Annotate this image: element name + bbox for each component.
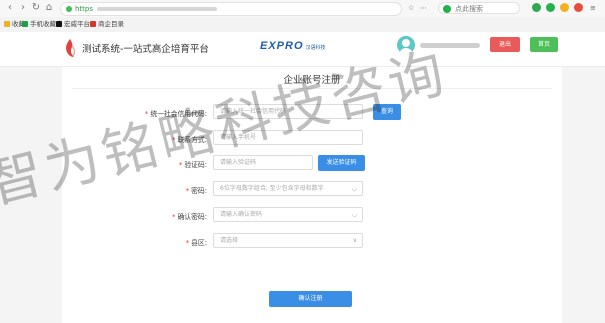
bookmarks-bar: 收藏 手机收藏夹 宏威平台 商企目录 [0, 17, 605, 31]
extension-icon[interactable] [574, 3, 583, 12]
partner-logo: EXPRO 汉语科技 [260, 40, 326, 52]
title-divider [72, 88, 552, 89]
confirm-password-placeholder: 请输入确认密码 [220, 211, 263, 218]
url-redacted [97, 7, 218, 11]
credit-code-label: * 统一社会信用代码: [144, 110, 207, 118]
password-placeholder: 6位字母数字组合, 至少包含字母和数字 [220, 185, 324, 192]
username-redacted [420, 43, 480, 48]
site-title: 测试系统-一站式高企培育平台 [82, 44, 209, 55]
eye-icon[interactable]: ◡ [352, 208, 357, 221]
extension-icon[interactable] [546, 3, 555, 12]
verification-code-input[interactable]: 请输入验证码 [213, 155, 313, 170]
verification-code-label: * 验证码: [178, 161, 207, 169]
password-label: * 密码: [185, 187, 207, 195]
confirm-password-input[interactable]: 请输入确认密码 ◡ [213, 207, 363, 222]
district-placeholder: 请选择 [220, 237, 239, 244]
submit-register-button[interactable]: 确认注册 [269, 291, 352, 307]
reload-icon[interactable]: ↻ [31, 2, 41, 14]
bookmark-star-icon [4, 21, 10, 27]
platform-logo-icon [66, 39, 75, 57]
send-code-button[interactable]: 发送验证码 [318, 155, 365, 171]
menu-dots-icon[interactable]: ⋯ [420, 2, 427, 14]
eye-icon[interactable]: ◡ [352, 182, 357, 195]
credit-code-input[interactable]: 请输入统一社会信用代码 [213, 104, 363, 119]
secure-lock-icon [66, 6, 72, 12]
bookmark-item[interactable]: 宏威平台 [56, 17, 90, 31]
form-title: 企业账号注册 [283, 75, 341, 86]
district-select[interactable]: 请选择 ∨ [213, 233, 363, 248]
phone-input[interactable]: 请输入手机号 [213, 130, 363, 145]
forward-icon[interactable]: › [18, 2, 28, 14]
extension-icon[interactable] [560, 3, 569, 12]
query-button[interactable]: 查询 [373, 104, 401, 120]
home-icon[interactable]: ⌂ [44, 2, 54, 14]
extension-icon[interactable] [532, 3, 541, 12]
browser-toolbar: ‹ › ↻ ⌂ https ☆ ⋯ 点此搜索 ≡ [0, 0, 605, 17]
phone-label: * 联系方式: [172, 136, 207, 144]
browser-search-text: 点此搜索 [455, 5, 483, 13]
star-icon[interactable]: ☆ [408, 2, 414, 14]
back-icon[interactable]: ‹ [5, 2, 15, 14]
bookmark-site-icon [56, 21, 62, 27]
logout-button[interactable]: 退出 [490, 37, 520, 52]
district-label: * 县区: [185, 239, 207, 247]
bookmark-site-icon [90, 21, 96, 27]
confirm-password-label: * 确认密码: [172, 213, 207, 221]
browser-chrome: ‹ › ↻ ⌂ https ☆ ⋯ 点此搜索 ≡ 收藏 手机收藏夹 宏威平台 商… [0, 0, 605, 33]
password-input[interactable]: 6位字母数字组合, 至少包含字母和数字 ◡ [213, 181, 363, 196]
address-bar[interactable]: https [60, 2, 402, 16]
home-button[interactable]: 首页 [530, 37, 558, 52]
avatar[interactable] [397, 36, 415, 54]
chevron-down-icon: ∨ [352, 237, 357, 244]
browser-menu-icon[interactable]: ≡ [590, 2, 596, 14]
url-scheme: https [75, 5, 94, 13]
browser-search-box[interactable]: 点此搜索 [438, 2, 520, 14]
search-engine-icon [443, 5, 451, 13]
bookmark-item[interactable]: 商企目录 [90, 17, 124, 31]
bookmark-phone-icon [22, 21, 28, 27]
